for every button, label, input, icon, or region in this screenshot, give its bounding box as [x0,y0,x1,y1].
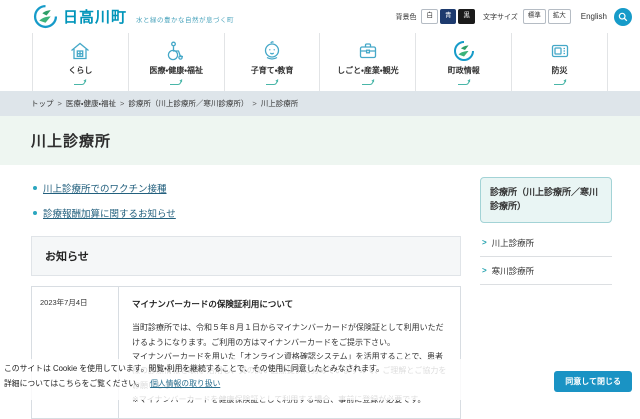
cookie-detail-line: 詳細についてはこちらをご覧ください。 個人情報の取り扱い [4,379,636,390]
notice-section-header: お知らせ [31,236,461,276]
nav-label: しごと・産業・観光 [337,65,398,76]
cookie-banner: このサイトは Cookie を使用しています。閲覧・利用を継続することで、その使… [0,359,640,400]
bg-black-button[interactable]: 黒 [458,9,475,24]
nav-item-chosei-joho[interactable]: 町政情報 [415,33,511,91]
background-color-label: 背景色 [395,12,416,22]
sidebar-item-label: 寒川診療所 [492,265,535,277]
sidebar-item-kawakami[interactable]: > 川上診療所 [480,229,612,257]
site-logo[interactable]: 日高川町 水と緑の豊かな自然が息づく町 [33,4,234,29]
bg-white-button[interactable]: 白 [421,9,438,24]
cookie-message: このサイトは Cookie を使用しています。閲覧・利用を継続することで、その使… [4,364,636,375]
quick-links-list: 川上診療所でのワクチン接種 診療報酬加算に関するお知らせ [33,181,461,220]
vaccine-info-link[interactable]: 川上診療所でのワクチン接種 [43,181,167,195]
site-tagline: 水と緑の豊かな自然が息づく町 [136,14,234,24]
nav-arrow-icon [265,78,279,86]
town-emblem-icon [452,38,476,64]
sidebar-item-label: 川上診療所 [492,237,535,249]
nav-item-kosodate-kyoiku[interactable]: 子育て・教育 [224,33,320,91]
bullet-icon [33,211,37,215]
privacy-policy-link[interactable]: 個人情報の取り扱い [150,379,220,388]
fontsize-large-button[interactable]: 拡大 [548,9,571,24]
nav-label: 町政情報 [448,65,480,76]
fontsize-standard-button[interactable]: 標準 [523,9,546,24]
child-icon [260,38,284,64]
nav-label: 子育て・教育 [251,65,294,76]
nav-item-kurashi[interactable]: くらし [32,33,128,91]
nav-label: くらし [68,65,92,76]
breadcrumb-separator: > [120,99,124,108]
breadcrumb-separator: > [252,99,256,108]
nav-arrow-icon [553,78,567,86]
nav-item-bosai[interactable]: 防災 [511,33,608,91]
search-button[interactable] [614,8,632,26]
breadcrumb-separator: > [58,99,62,108]
breadcrumb-link-iryo[interactable]: 医療・健康・福祉 [66,98,116,109]
bg-blue-button[interactable]: 青 [440,9,457,24]
sidebar-category-box: 診療所（川上診療所／寒川診療所） [480,177,612,223]
notice-paragraph: 当町診療所では、令和５年８月１日からマイナンバーカードが保険証として利用いただけ… [132,321,448,350]
wheelchair-icon [164,38,188,64]
nav-arrow-icon [457,78,471,86]
chevron-right-icon: > [482,238,487,247]
main-nav: くらし 医療・健康・福祉 [0,33,640,91]
page-title: 川上診療所 [31,130,111,151]
breadcrumb-current: 川上診療所 [261,98,299,109]
chevron-right-icon: > [482,266,487,275]
header-utilities: 背景色 白 青 黒 文字サイズ 標準 拡大 English [387,8,632,26]
search-icon [618,12,628,22]
breadcrumb-link-top[interactable]: トップ [31,98,54,109]
english-link[interactable]: English [581,12,607,21]
site-name: 日高川町 [63,6,127,27]
nav-arrow-icon [169,78,183,86]
page: { "header": { "site_name": "日高川町", "tagl… [0,0,640,400]
sidebar-item-sogawa[interactable]: > 寒川診療所 [480,257,612,285]
sidebar-list: > 川上診療所 > 寒川診療所 [480,229,612,285]
briefcase-icon [356,38,380,64]
list-item: 川上診療所でのワクチン接種 [33,181,461,195]
nav-label: 防災 [552,65,568,76]
font-size-label: 文字サイズ [483,12,518,22]
agree-close-button[interactable]: 同意して閉じる [554,371,632,392]
house-icon [68,38,92,64]
title-band: 川上診療所 [0,116,640,165]
medical-fee-notice-link[interactable]: 診療報酬加算に関するお知らせ [43,206,176,220]
list-item: 診療報酬加算に関するお知らせ [33,206,461,220]
cookie-detail-text: 詳細についてはこちらをご覧ください。 [4,379,144,388]
nav-item-shigoto-sangyo-kanko[interactable]: しごと・産業・観光 [319,33,415,91]
breadcrumb-link-shinryojo[interactable]: 診療所（川上診療所／寒川診療所） [128,98,248,109]
nav-label: 医療・健康・福祉 [150,65,203,76]
sidebar: 診療所（川上診療所／寒川診療所） > 川上診療所 > 寒川診療所 [480,177,612,285]
logo-mark-icon [33,4,58,29]
nav-arrow-icon [361,78,375,86]
bullet-icon [33,186,37,190]
notice-title: マイナンバーカードの保険証利用について [132,297,448,312]
breadcrumb: トップ > 医療・健康・福祉 > 診療所（川上診療所／寒川診療所） > 川上診療… [0,91,640,116]
emergency-icon [548,38,572,64]
nav-arrow-icon [73,78,87,86]
site-header: 日高川町 水と緑の豊かな自然が息づく町 背景色 白 青 黒 文字サイズ 標準 拡… [0,0,640,33]
nav-item-iryo-kenko-fukushi[interactable]: 医療・健康・福祉 [128,33,224,91]
